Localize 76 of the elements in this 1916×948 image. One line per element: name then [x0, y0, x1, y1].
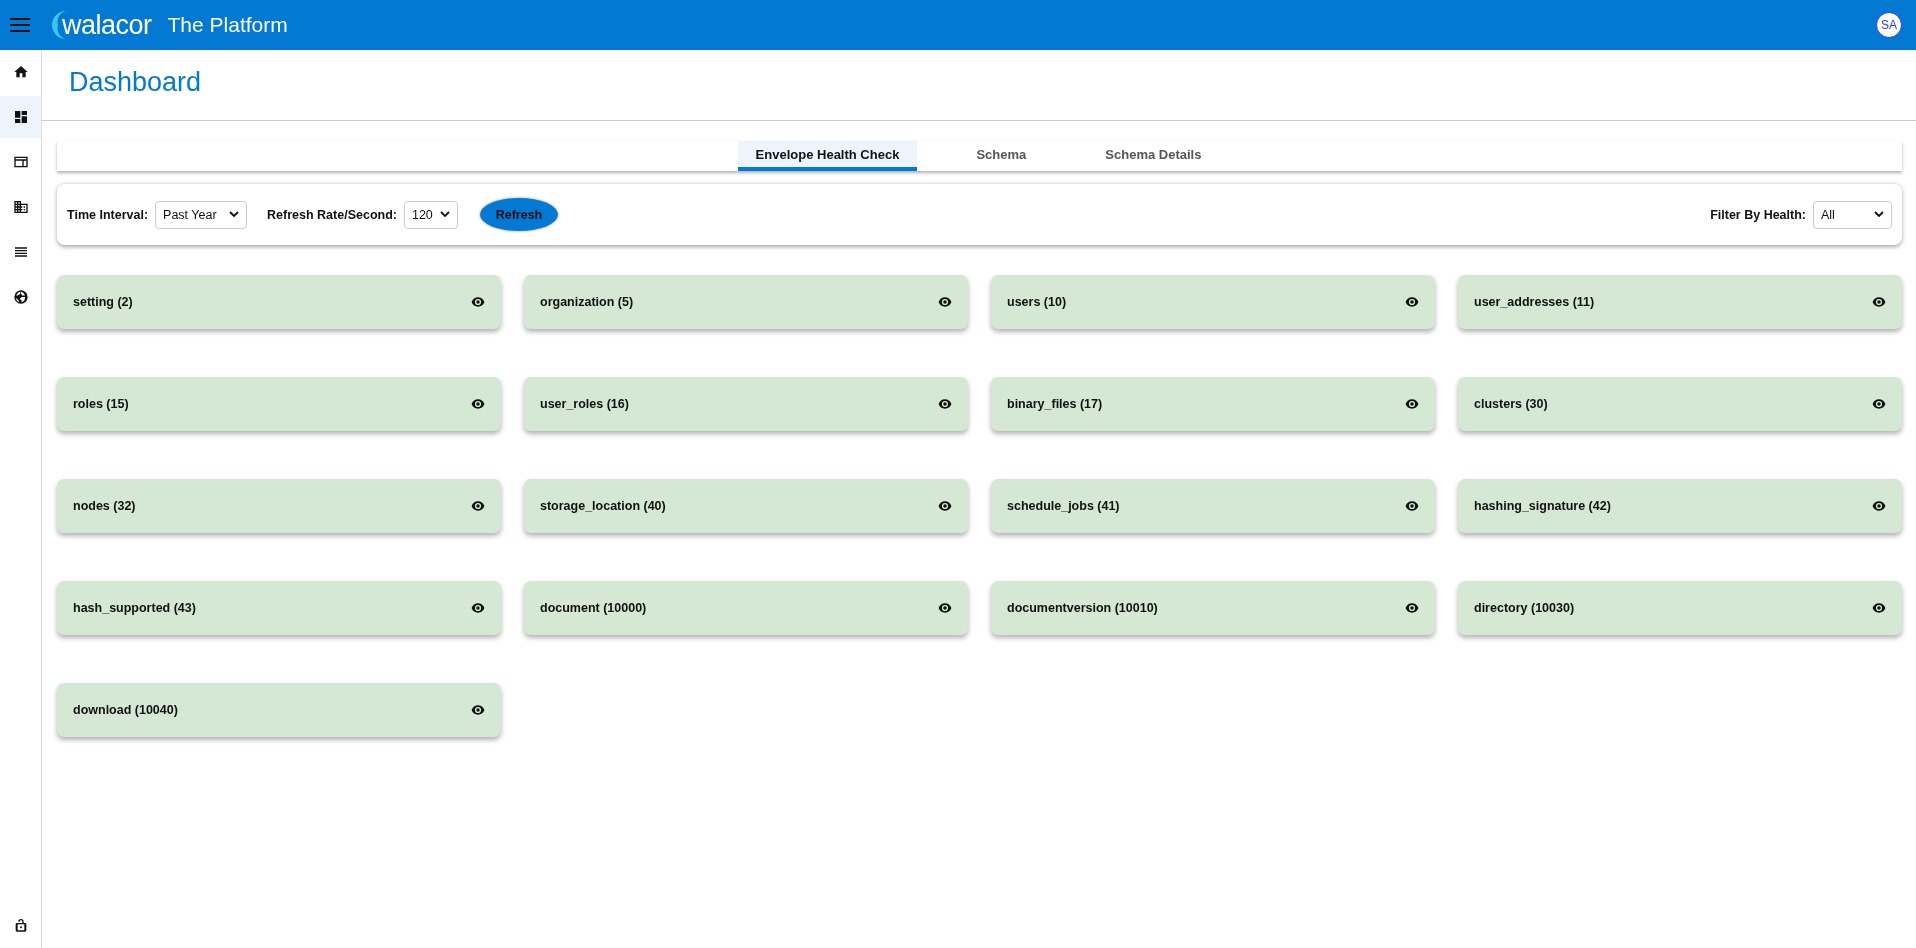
eye-icon[interactable] [1405, 399, 1419, 409]
card-title: nodes (32) [73, 499, 136, 513]
eye-icon[interactable] [1872, 501, 1886, 511]
card-title: storage_location (40) [540, 499, 666, 513]
building-icon [12, 199, 29, 215]
card-title: setting (2) [73, 295, 133, 309]
home-icon [12, 64, 29, 80]
table-card[interactable]: directory (10030) [1458, 581, 1902, 635]
eye-icon[interactable] [1405, 603, 1419, 613]
user-avatar[interactable]: SA [1876, 12, 1902, 38]
table-card[interactable]: nodes (32) [57, 479, 501, 533]
globe-icon [12, 289, 29, 305]
table-card[interactable]: organization (5) [524, 275, 968, 329]
eye-icon[interactable] [471, 705, 485, 715]
card-title: user_addresses (11) [1474, 295, 1595, 309]
table-card[interactable]: setting (2) [57, 275, 501, 329]
card-title: roles (15) [73, 397, 129, 411]
chevron-down-icon [1874, 211, 1884, 218]
card-title: hash_supported (43) [73, 601, 196, 615]
eye-icon[interactable] [938, 399, 952, 409]
eye-icon[interactable] [471, 501, 485, 511]
chevron-down-icon [229, 211, 240, 218]
eye-icon[interactable] [938, 603, 952, 613]
table-card[interactable]: schedule_jobs (41) [991, 479, 1435, 533]
refresh-button[interactable]: Refresh [479, 198, 558, 231]
dropdown[interactable]: Past Year [155, 200, 248, 229]
field-label: Filter By Health: [1710, 207, 1806, 222]
menu-icon[interactable] [10, 17, 30, 33]
table-card[interactable]: user_addresses (11) [1458, 275, 1902, 329]
sidebar-item[interactable] [0, 96, 41, 138]
table-card[interactable]: documentversion (10010) [991, 581, 1435, 635]
table-card[interactable]: roles (15) [57, 377, 501, 431]
app-title: The Platform [167, 13, 288, 37]
eye-icon[interactable] [1405, 297, 1419, 307]
table-card[interactable]: download (10040) [57, 683, 501, 737]
tab[interactable]: Envelope Health Check [737, 141, 918, 171]
list-icon [12, 244, 29, 260]
field-label: Refresh Rate/Second: [267, 207, 397, 222]
tab[interactable]: Schema Details [1085, 141, 1222, 171]
table-card[interactable]: storage_location (40) [524, 479, 968, 533]
eye-icon[interactable] [471, 399, 485, 409]
page-title: Dashboard [42, 50, 1916, 121]
window-icon [12, 154, 29, 170]
card-title: directory (10030) [1474, 601, 1575, 615]
table-card[interactable]: user_roles (16) [524, 377, 968, 431]
field-label: Time Interval: [67, 207, 149, 222]
card-title: clusters (30) [1474, 397, 1548, 411]
eye-icon[interactable] [938, 297, 952, 307]
table-card[interactable]: clusters (30) [1458, 377, 1902, 431]
dropdown[interactable]: All [1813, 200, 1892, 229]
dashboard-icon [12, 109, 29, 125]
card-title: organization (5) [540, 295, 634, 309]
card-title: document (10000) [540, 601, 647, 615]
card-title: users (10) [1007, 295, 1067, 309]
dropdown[interactable]: 120 [403, 200, 458, 229]
card-title: download (10040) [73, 703, 178, 717]
eye-icon[interactable] [938, 501, 952, 511]
eye-icon[interactable] [1405, 501, 1419, 511]
card-title: schedule_jobs (41) [1007, 499, 1120, 513]
card-title: hashing_signature (42) [1474, 499, 1611, 513]
table-card[interactable]: hashing_signature (42) [1458, 479, 1902, 533]
table-card[interactable]: document (10000) [524, 581, 968, 635]
eye-icon[interactable] [1872, 603, 1886, 613]
card-title: user_roles (16) [540, 397, 629, 411]
table-card[interactable]: binary_files (17) [991, 377, 1435, 431]
card-title: documentversion (10010) [1007, 601, 1158, 615]
eye-icon[interactable] [1872, 297, 1886, 307]
eye-icon[interactable] [1872, 399, 1886, 409]
eye-icon[interactable] [471, 603, 485, 613]
card-title: binary_files (17) [1007, 397, 1103, 411]
chevron-down-icon [439, 211, 450, 218]
logo-text: walacor [62, 9, 152, 41]
table-card[interactable]: users (10) [991, 275, 1435, 329]
tab[interactable]: Schema [933, 141, 1070, 171]
eye-icon[interactable] [471, 297, 485, 307]
table-card[interactable]: hash_supported (43) [57, 581, 501, 635]
